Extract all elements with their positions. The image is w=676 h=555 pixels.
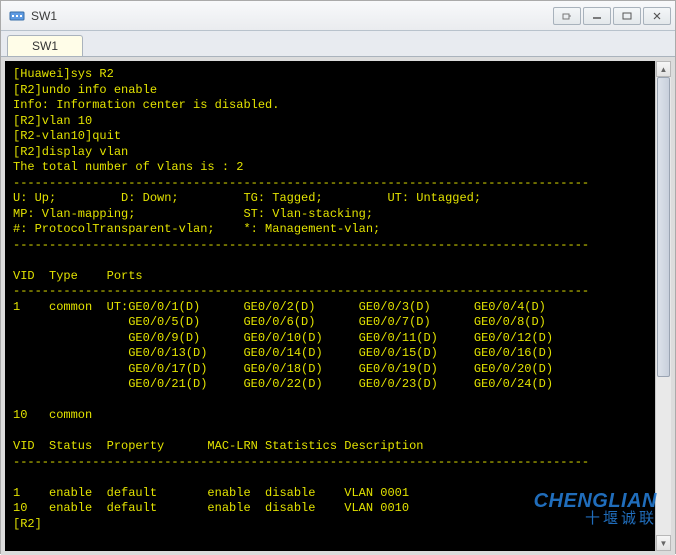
window-title: SW1 xyxy=(31,9,553,23)
terminal[interactable]: [Huawei]sys R2 [R2]undo info enable Info… xyxy=(5,61,671,551)
minimize-button[interactable] xyxy=(583,7,611,25)
vertical-scrollbar[interactable]: ▲ ▼ xyxy=(655,61,671,551)
aux-button[interactable] xyxy=(553,7,581,25)
app-icon xyxy=(9,8,25,24)
terminal-container: [Huawei]sys R2 [R2]undo info enable Info… xyxy=(1,57,675,555)
close-button[interactable] xyxy=(643,7,671,25)
scroll-up-arrow[interactable]: ▲ xyxy=(656,61,671,77)
scroll-down-arrow[interactable]: ▼ xyxy=(656,535,671,551)
scroll-thumb[interactable] xyxy=(657,77,670,377)
window-controls xyxy=(553,7,671,25)
tabs-row: SW1 xyxy=(1,31,675,57)
tab-sw1[interactable]: SW1 xyxy=(7,35,83,56)
window-titlebar: SW1 xyxy=(1,1,675,31)
maximize-button[interactable] xyxy=(613,7,641,25)
